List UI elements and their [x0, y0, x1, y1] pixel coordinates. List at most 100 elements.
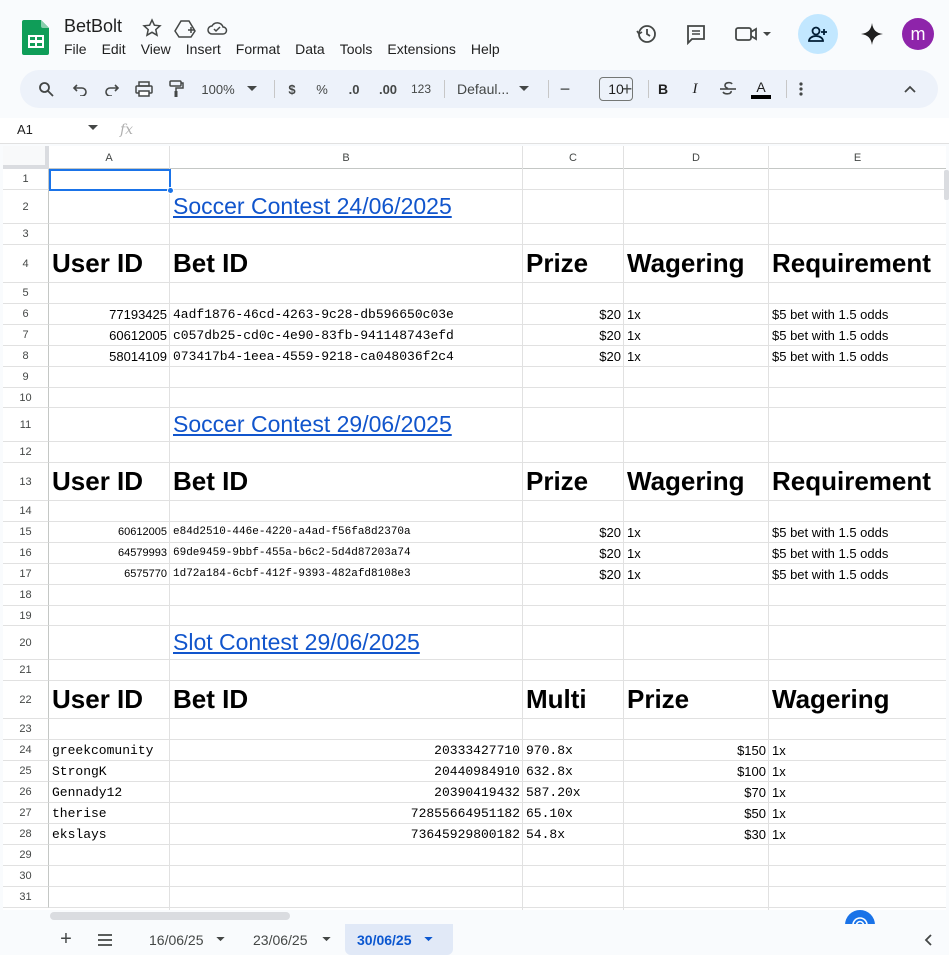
- column-header-c[interactable]: C: [523, 146, 624, 169]
- sheet-tab-active[interactable]: 30/06/25: [345, 924, 453, 955]
- prize-cell[interactable]: $20: [523, 346, 624, 366]
- wagering-cell[interactable]: 1x: [624, 304, 769, 324]
- select-all-corner[interactable]: [3, 146, 49, 169]
- redo-icon[interactable]: [100, 70, 124, 108]
- wagering-cell[interactable]: 1x: [624, 325, 769, 345]
- undo-icon[interactable]: [68, 70, 92, 108]
- column-header-d[interactable]: D: [624, 146, 769, 169]
- bold-button[interactable]: B: [654, 70, 672, 108]
- wagering-cell[interactable]: 1x: [624, 346, 769, 366]
- text-color-button[interactable]: A: [750, 70, 772, 108]
- menu-edit[interactable]: Edit: [102, 41, 132, 57]
- row-header[interactable]: 23: [3, 719, 49, 740]
- row-header[interactable]: 19: [3, 606, 49, 626]
- prize-cell[interactable]: $20: [523, 304, 624, 324]
- row-header[interactable]: 27: [3, 803, 49, 824]
- column-header-e[interactable]: E: [769, 146, 946, 169]
- requirement-cell[interactable]: $5 bet with 1.5 odds: [769, 304, 946, 324]
- more-options-icon[interactable]: [792, 70, 810, 108]
- wagering-cell[interactable]: 1x: [769, 761, 946, 781]
- row-header[interactable]: 29: [3, 845, 49, 866]
- row-header[interactable]: 10: [3, 388, 49, 408]
- bet-id-cell[interactable]: 69de9459-9bbf-455a-b6c2-5d4d87203a74: [170, 543, 523, 563]
- bet-id-cell[interactable]: e84d2510-446e-4220-a4ad-f56fa8d2370a: [170, 522, 523, 542]
- row-header[interactable]: 22: [3, 681, 49, 719]
- bet-id-cell[interactable]: 20333427710: [170, 740, 523, 760]
- header-cell[interactable]: User ID: [49, 245, 170, 282]
- header-cell[interactable]: Wagering: [624, 245, 769, 282]
- wagering-cell[interactable]: 1x: [769, 740, 946, 760]
- row-header[interactable]: 4: [3, 245, 49, 283]
- prize-cell[interactable]: $20: [523, 564, 624, 584]
- document-title[interactable]: BetBolt: [64, 16, 122, 37]
- menu-insert[interactable]: Insert: [186, 41, 227, 57]
- increase-font-size-button[interactable]: +: [618, 70, 636, 108]
- bet-id-cell[interactable]: 073417b4-1eea-4559-9218-ca048036f2c4: [170, 346, 523, 366]
- cloud-saved-icon[interactable]: [206, 18, 228, 38]
- user-id-cell[interactable]: Gennady12: [49, 782, 170, 802]
- row-header[interactable]: 15: [3, 522, 49, 543]
- meet-icon[interactable]: [732, 16, 776, 52]
- prize-cell[interactable]: $150: [624, 740, 769, 760]
- vertical-scrollbar[interactable]: [944, 170, 949, 200]
- header-cell[interactable]: Bet ID: [170, 463, 523, 500]
- column-header-a[interactable]: A: [49, 146, 170, 169]
- header-cell[interactable]: Multi: [523, 681, 624, 718]
- sheet-tab[interactable]: 23/06/25: [238, 924, 344, 955]
- prize-cell[interactable]: $20: [523, 325, 624, 345]
- version-history-icon[interactable]: [628, 16, 664, 52]
- bet-id-cell[interactable]: 20440984910: [170, 761, 523, 781]
- header-cell[interactable]: Bet ID: [170, 681, 523, 718]
- add-sheet-button[interactable]: +: [56, 924, 76, 955]
- header-cell[interactable]: Prize: [523, 463, 624, 500]
- bet-id-cell[interactable]: 4adf1876-46cd-4263-9c28-db596650c03e: [170, 304, 523, 324]
- menu-file[interactable]: File: [64, 41, 93, 57]
- row-header[interactable]: 8: [3, 346, 49, 367]
- row-header[interactable]: 25: [3, 761, 49, 782]
- user-id-cell[interactable]: 6575770: [49, 564, 170, 584]
- user-id-cell[interactable]: 60612005: [49, 522, 170, 542]
- name-box[interactable]: A1: [17, 122, 33, 137]
- user-id-cell[interactable]: greekcomunity: [49, 740, 170, 760]
- multi-cell[interactable]: 587.20x: [523, 782, 624, 802]
- spreadsheet-grid[interactable]: A B C D E 1 2 3 4 5 6 7 8 9 10 11 12 13 …: [3, 146, 946, 910]
- prize-cell[interactable]: $100: [624, 761, 769, 781]
- header-cell[interactable]: User ID: [49, 463, 170, 500]
- prize-cell[interactable]: $50: [624, 803, 769, 823]
- row-header[interactable]: 9: [3, 367, 49, 388]
- decrease-font-size-button[interactable]: −: [556, 70, 574, 108]
- collapse-menus-icon[interactable]: [900, 70, 920, 108]
- header-cell[interactable]: User ID: [49, 681, 170, 718]
- all-sheets-icon[interactable]: [94, 924, 116, 955]
- sheet-tab[interactable]: 16/06/25: [132, 924, 238, 955]
- row-header[interactable]: 6: [3, 304, 49, 325]
- bet-id-cell[interactable]: 72855664951182: [170, 803, 523, 823]
- row-header[interactable]: 24: [3, 740, 49, 761]
- row-header[interactable]: 17: [3, 564, 49, 585]
- user-id-cell[interactable]: ekslays: [49, 824, 170, 844]
- row-header[interactable]: 26: [3, 782, 49, 803]
- move-to-drive-icon[interactable]: [174, 18, 196, 38]
- wagering-cell[interactable]: 1x: [624, 564, 769, 584]
- wagering-cell[interactable]: 1x: [624, 522, 769, 542]
- sheets-logo-icon[interactable]: [22, 18, 50, 56]
- font-select[interactable]: Defaul...: [454, 70, 534, 108]
- prize-cell[interactable]: $20: [523, 522, 624, 542]
- header-cell[interactable]: Bet ID: [170, 245, 523, 282]
- row-header[interactable]: 14: [3, 501, 49, 522]
- fill-handle[interactable]: [167, 187, 174, 194]
- wagering-cell[interactable]: 1x: [769, 782, 946, 802]
- header-cell[interactable]: Prize: [624, 681, 769, 718]
- column-header-b[interactable]: B: [170, 146, 523, 169]
- user-id-cell[interactable]: 60612005: [49, 325, 170, 345]
- menu-tools[interactable]: Tools: [340, 41, 379, 57]
- row-header[interactable]: 18: [3, 585, 49, 606]
- header-cell[interactable]: Requirement: [769, 245, 946, 282]
- menu-data[interactable]: Data: [295, 41, 331, 57]
- multi-cell[interactable]: 970.8x: [523, 740, 624, 760]
- section-title-link[interactable]: Soccer Contest 29/06/2025: [173, 411, 452, 438]
- row-header[interactable]: 2: [3, 190, 49, 224]
- section-title-link[interactable]: Slot Contest 29/06/2025: [173, 629, 420, 656]
- share-button[interactable]: [798, 14, 838, 54]
- menu-view[interactable]: View: [141, 41, 177, 57]
